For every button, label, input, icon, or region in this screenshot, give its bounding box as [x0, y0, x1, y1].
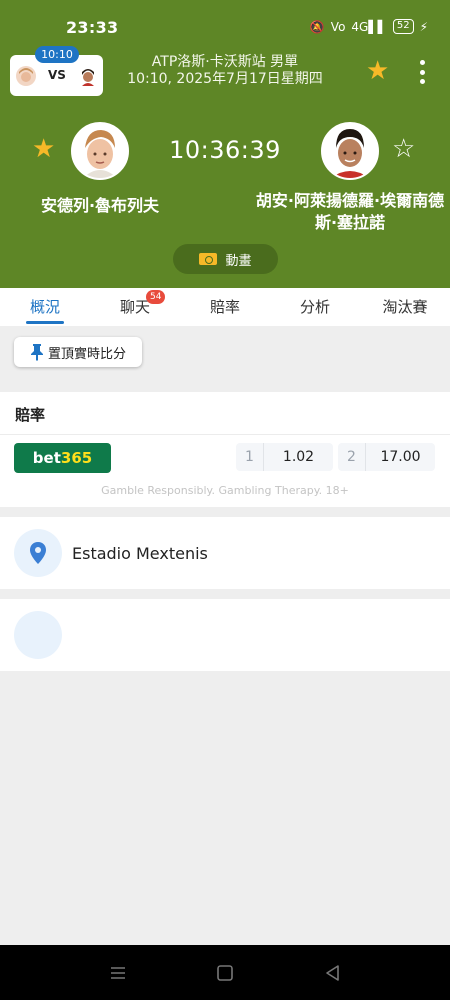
do-not-disturb-icon: 🔕 — [309, 19, 325, 34]
match-datetime: 10:10, 2025年7月17日星期四 — [127, 71, 323, 87]
charging-icon: ⚡ — [419, 19, 428, 34]
odds-card: 賠率 bet 365 1 1.02 2 17.00 Gamble Responsi… — [0, 392, 450, 507]
match-title: ATP洛斯·卡沃斯站 男單 10:10, 2025年7月17日星期四 — [120, 54, 330, 88]
bet-logo-part-a: bet — [32, 449, 61, 467]
pin-icon — [30, 343, 44, 361]
venue-card[interactable]: Estadio Mextenis — [0, 517, 450, 589]
tab-odds[interactable]: 賠率 — [180, 288, 270, 326]
home-odds-button[interactable]: 1 1.02 — [236, 443, 333, 471]
match-clock: 10:36:39 — [169, 136, 281, 164]
tab-label: 淘汰賽 — [382, 298, 428, 316]
4g-signal-icon: 4G▌▌ — [351, 19, 387, 34]
tab-label: 概況 — [29, 298, 60, 316]
favorite-star-icon[interactable]: ★ — [366, 58, 389, 84]
vs-label: VS — [48, 68, 66, 82]
more-options-icon[interactable] — [419, 60, 425, 84]
menu-nav-icon[interactable] — [108, 963, 128, 983]
placeholder-card — [0, 599, 450, 671]
status-time: 23:33 — [66, 18, 119, 37]
tab-label: 聊天 — [119, 298, 150, 316]
animation-label: 動畫 — [225, 253, 252, 269]
player-left-avatar[interactable] — [71, 122, 129, 180]
animation-button[interactable]: 動畫 — [173, 244, 278, 274]
player-right-mini-avatar — [78, 66, 98, 86]
home-odds-value: 1.02 — [282, 449, 315, 465]
player-right-name[interactable]: 胡安·阿萊揚德羅·埃爾南德斯·塞拉諾 — [250, 190, 450, 234]
tab-chat[interactable]: 聊天 54 — [90, 288, 180, 326]
gamble-responsibly-note: Gamble Responsibly. Gambling Therapy. 18… — [101, 484, 349, 497]
divider — [0, 434, 450, 435]
match-header: 23:33 🔕 Vo 4G▌▌ 52 ⚡ 10:10 VS ATP洛斯·卡沃斯站… — [0, 0, 450, 288]
mini-match-time: 10:10 — [35, 46, 79, 63]
player-left-mini-avatar — [16, 66, 36, 86]
tab-analysis[interactable]: 分析 — [270, 288, 360, 326]
placeholder-icon — [14, 611, 62, 659]
bet-logo-part-b: 365 — [60, 449, 93, 467]
venue-name: Estadio Mextenis — [72, 544, 208, 563]
player-right-avatar[interactable] — [321, 122, 379, 180]
mini-scoreboard[interactable]: 10:10 VS — [10, 46, 103, 96]
away-odds-label: 2 — [338, 443, 366, 471]
pin-label: 置頂實時比分 — [47, 346, 126, 362]
4g-label: 4G — [351, 19, 369, 34]
tab-bar: 概況 聊天 54 賠率 分析 淘汰賽 — [0, 288, 450, 326]
tournament-name: ATP洛斯·卡沃斯站 男單 — [151, 54, 299, 70]
away-odds-value: 17.00 — [380, 449, 421, 465]
odds-title: 賠率 — [15, 406, 46, 424]
location-pin-icon — [14, 529, 62, 577]
bet365-logo[interactable]: bet 365 — [14, 443, 111, 473]
court-animation-icon — [199, 253, 218, 265]
tab-label: 賠率 — [209, 298, 240, 316]
away-odds-button[interactable]: 2 17.00 — [338, 443, 435, 471]
player-left-name[interactable]: 安德列·魯布列夫 — [20, 192, 180, 216]
back-nav-icon[interactable] — [323, 963, 343, 983]
pin-live-score-button[interactable]: 置頂實時比分 — [14, 337, 142, 367]
home-nav-icon[interactable] — [215, 963, 235, 983]
home-odds-label: 1 — [236, 443, 264, 471]
chat-count-badge: 54 — [146, 290, 166, 304]
tab-knockout[interactable]: 淘汰賽 — [360, 288, 450, 326]
volte-icon: Vo — [330, 19, 346, 34]
tab-label: 分析 — [299, 298, 330, 316]
status-icons: 🔕 Vo 4G▌▌ 52 ⚡ — [310, 19, 428, 34]
player-right-favorite-star-icon[interactable]: ☆ — [392, 136, 415, 162]
tab-overview[interactable]: 概況 — [0, 288, 90, 326]
player-left-favorite-star-icon[interactable]: ★ — [32, 136, 55, 162]
battery-icon: 52 — [392, 19, 414, 34]
system-nav-bar — [0, 945, 450, 1000]
